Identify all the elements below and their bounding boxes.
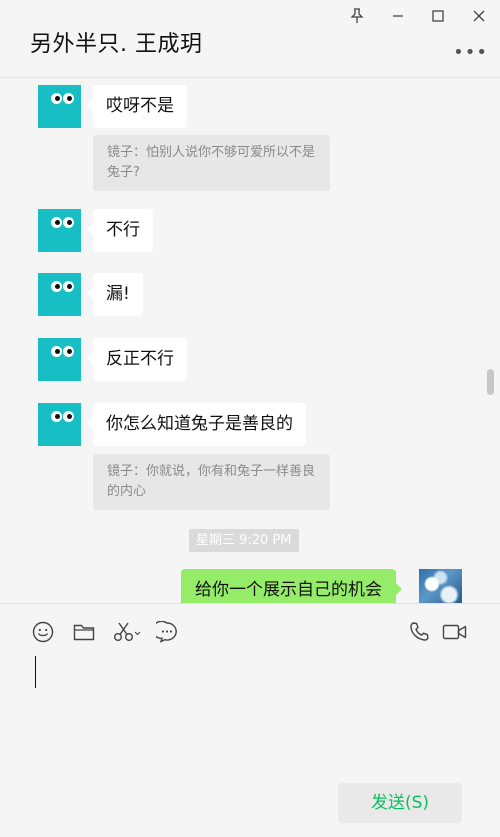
chat-bubble-icon[interactable] (155, 620, 179, 644)
chat-header: 另外半只. 王成玥 ••• (0, 0, 500, 78)
message-bubble[interactable]: 漏! (87, 273, 143, 316)
emoji-icon[interactable] (31, 620, 55, 644)
quoted-message[interactable]: 镜子：怕别人说你不够可爱所以不是兔子? (93, 135, 330, 191)
scissors-icon[interactable] (112, 620, 142, 644)
contact-avatar[interactable] (38, 338, 81, 381)
pin-icon[interactable] (345, 4, 369, 28)
time-divider: 星期三 9:20 PM (189, 529, 299, 552)
contact-avatar[interactable] (38, 209, 81, 252)
message-bubble[interactable]: 哎呀不是 (87, 85, 187, 128)
send-button[interactable]: 发送(S) (338, 783, 462, 823)
phone-icon[interactable] (407, 620, 431, 644)
message-bubble[interactable]: 反正不行 (87, 338, 187, 381)
contact-avatar[interactable] (38, 273, 81, 316)
quoted-message[interactable]: 镜子：你就说，你有和兔子一样善良的内心 (93, 454, 330, 510)
scrollbar-thumb[interactable] (487, 369, 494, 395)
video-icon[interactable] (442, 620, 468, 644)
more-options-icon[interactable]: ••• (453, 42, 488, 63)
input-area[interactable]: 发送(S) (0, 603, 500, 837)
my-message-bubble[interactable]: 给你一个展示自己的机会 (181, 569, 402, 603)
contact-avatar[interactable] (38, 85, 81, 128)
contact-avatar[interactable] (38, 403, 81, 446)
minimize-icon[interactable] (386, 4, 410, 28)
folder-icon[interactable] (72, 620, 96, 644)
my-avatar[interactable] (419, 569, 462, 603)
maximize-icon[interactable] (426, 4, 450, 28)
close-icon[interactable] (467, 4, 491, 28)
chat-window: 另外半只. 王成玥 ••• 哎呀不是 镜子：怕别人说你不够可爱所以不是兔子? 不… (0, 0, 500, 837)
text-cursor (35, 656, 36, 688)
chat-title: 另外半只. 王成玥 (30, 32, 203, 57)
message-list[interactable]: 哎呀不是 镜子：怕别人说你不够可爱所以不是兔子? 不行 漏! 反正不行 你怎么知… (0, 79, 500, 603)
message-bubble[interactable]: 不行 (87, 209, 153, 252)
message-bubble[interactable]: 你怎么知道兔子是善良的 (87, 403, 306, 446)
